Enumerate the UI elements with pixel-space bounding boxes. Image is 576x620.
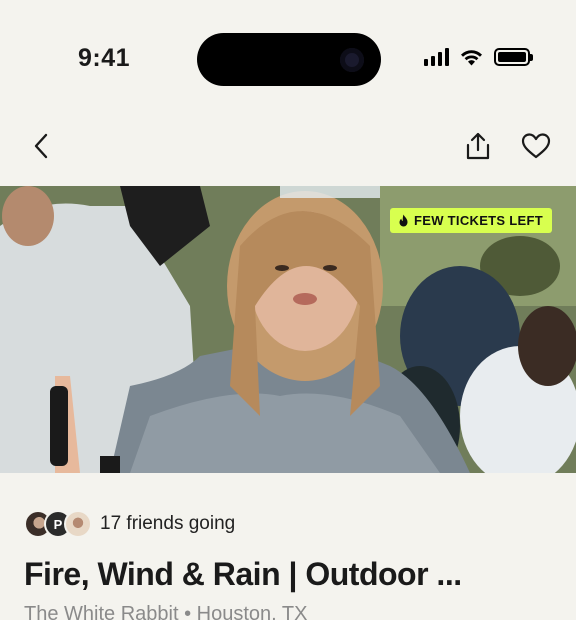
few-tickets-badge: FEW TICKETS LEFT <box>389 208 552 233</box>
friends-going[interactable]: P 17 friends going <box>24 508 235 540</box>
share-icon <box>466 132 490 160</box>
battery-fill <box>498 52 526 62</box>
event-hero-image: FEW TICKETS LEFT <box>0 186 576 473</box>
battery-icon <box>494 48 533 66</box>
friend-avatars: P <box>24 509 92 539</box>
friends-going-label: 17 friends going <box>100 513 236 534</box>
event-venue: The White Rabbit • Houston, TX <box>24 603 308 620</box>
favorite-button[interactable] <box>516 124 556 168</box>
camera-icon <box>340 48 364 72</box>
heart-icon <box>521 133 551 159</box>
flame-icon <box>399 214 408 227</box>
wifi-icon <box>461 50 482 66</box>
nav-bar <box>0 120 576 170</box>
chevron-left-icon <box>34 133 48 159</box>
badge-label: FEW TICKETS LEFT <box>413 213 543 228</box>
cellular-signal-icon <box>424 48 449 66</box>
status-time: 9:41 <box>78 44 131 72</box>
status-icons <box>424 48 533 66</box>
share-button[interactable] <box>458 124 498 168</box>
status-bar: 9:41 <box>0 0 576 110</box>
avatar <box>64 510 92 538</box>
event-title: Fire, Wind & Rain | Outdoor ... <box>24 556 462 592</box>
back-button[interactable] <box>22 124 62 168</box>
dynamic-island <box>197 33 381 86</box>
